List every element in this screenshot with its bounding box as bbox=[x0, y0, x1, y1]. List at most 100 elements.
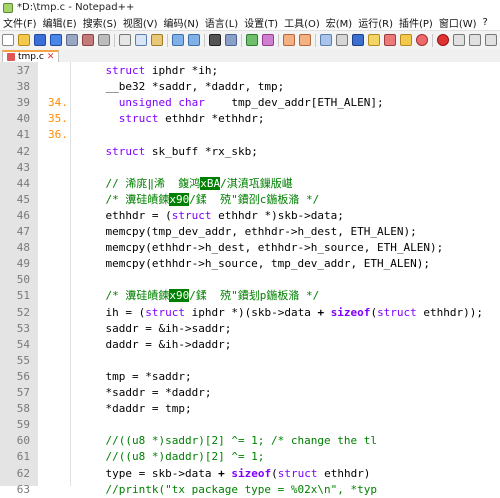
toolbar-separator bbox=[204, 33, 205, 47]
code-comment: /* 瀵硅皟鍊x90/鍒 殑"鐨刬p鍦板潃 */ bbox=[79, 289, 320, 303]
code-text: memcpy(ethhdr->h_source, tmp_dev_addr, E… bbox=[79, 257, 430, 271]
line-number: 62 bbox=[16, 466, 30, 480]
sync-vertical-icon[interactable] bbox=[283, 34, 295, 46]
line-number: 54 bbox=[16, 337, 30, 351]
menu-settings[interactable]: 设置(T) bbox=[241, 15, 281, 30]
line-number: 41 bbox=[16, 128, 30, 142]
code-line: 39 34. unsigned char tmp_dev_addr[ETH_AL… bbox=[0, 95, 500, 111]
menu-language[interactable]: 语言(L) bbox=[202, 15, 241, 30]
line-number: 55 bbox=[16, 353, 30, 367]
line-marker: 35. bbox=[48, 112, 68, 126]
find-icon[interactable] bbox=[209, 34, 221, 46]
code-line: 52 ih = (struct iphdr *)(skb->data + siz… bbox=[0, 305, 500, 321]
unsaved-file-icon bbox=[7, 53, 15, 61]
code-line: 47 memcpy(tmp_dev_addr, ethhdr->h_dest, … bbox=[0, 224, 500, 240]
line-number: 43 bbox=[16, 160, 30, 174]
tab-bar: tmp.c ✕ bbox=[0, 49, 500, 63]
replace-icon[interactable] bbox=[225, 34, 237, 46]
line-number: 63 bbox=[16, 482, 30, 496]
new-file-icon[interactable] bbox=[2, 34, 14, 46]
menu-window[interactable]: 窗口(W) bbox=[436, 15, 480, 30]
print-icon[interactable] bbox=[98, 34, 110, 46]
code-line: 37 struct iphdr *ih; bbox=[0, 63, 500, 79]
undo-icon[interactable] bbox=[172, 34, 184, 46]
code-comment: //((u8 *)daddr)[2] ^= 1; bbox=[79, 450, 265, 464]
line-number: 40 bbox=[16, 112, 30, 126]
doc-map-icon[interactable] bbox=[368, 34, 380, 46]
menu-view[interactable]: 视图(V) bbox=[120, 15, 161, 30]
code-line: 46 ethhdr = (struct ethhdr *)skb->data; bbox=[0, 208, 500, 224]
code-editor[interactable]: 37 struct iphdr *ih; 38 __be32 *saddr, *… bbox=[0, 62, 500, 496]
menu-macro[interactable]: 宏(M) bbox=[323, 15, 355, 30]
code-line: 54 daddr = &ih->daddr; bbox=[0, 337, 500, 353]
sync-horizontal-icon[interactable] bbox=[299, 34, 311, 46]
line-marker: 34. bbox=[48, 96, 68, 110]
menu-tools[interactable]: 工具(O) bbox=[281, 15, 323, 30]
save-icon[interactable] bbox=[34, 34, 46, 46]
open-file-icon[interactable] bbox=[18, 34, 30, 46]
indent-guide-icon[interactable] bbox=[352, 34, 364, 46]
code-line: 51 /* 瀵硅皟鍊x90/鍒 殑"鐨刬p鍦板潃 */ bbox=[0, 288, 500, 304]
code-text: tmp = *saddr; bbox=[79, 369, 192, 383]
line-number: 51 bbox=[16, 289, 30, 303]
code-line: 50 bbox=[0, 272, 500, 288]
menu-encoding[interactable]: 编码(N) bbox=[161, 15, 202, 30]
code-text: *saddr = *daddr; bbox=[79, 386, 212, 399]
code-text: struct iphdr *ih; bbox=[105, 64, 219, 77]
record-macro-icon[interactable] bbox=[437, 34, 449, 46]
play-macro-icon[interactable] bbox=[469, 34, 481, 46]
menu-help[interactable]: ? bbox=[480, 17, 491, 28]
code-line: 38 __be32 *saddr, *daddr, tmp; bbox=[0, 79, 500, 95]
run-macro-multiple-icon[interactable] bbox=[485, 34, 497, 46]
close-all-icon[interactable] bbox=[82, 34, 94, 46]
toolbar-separator bbox=[278, 33, 279, 47]
line-number: 56 bbox=[16, 369, 30, 383]
stop-macro-icon[interactable] bbox=[453, 34, 465, 46]
line-number: 37 bbox=[16, 64, 30, 77]
code-line: 43 bbox=[0, 160, 500, 176]
menu-search[interactable]: 搜索(S) bbox=[80, 15, 120, 30]
menu-file[interactable]: 文件(F) bbox=[0, 15, 40, 30]
code-line: 61 //((u8 *)daddr)[2] ^= 1; bbox=[0, 449, 500, 465]
code-line: 40 35. struct ethhdr *ethhdr; bbox=[0, 111, 500, 127]
tab-label: tmp.c bbox=[18, 52, 44, 62]
close-icon[interactable] bbox=[66, 34, 78, 46]
line-number: 50 bbox=[16, 273, 30, 287]
line-number: 61 bbox=[16, 450, 30, 464]
line-number: 46 bbox=[16, 208, 30, 222]
notepadpp-app-icon bbox=[3, 2, 13, 13]
paste-icon[interactable] bbox=[151, 34, 163, 46]
code-line: 45 /* 瀵硅皟鍊x90/鍒 殑"鐨刟c鍦板潃 */ bbox=[0, 192, 500, 208]
tab-close-icon[interactable]: ✕ bbox=[47, 52, 55, 62]
menu-edit[interactable]: 编辑(E) bbox=[40, 15, 80, 30]
copy-icon[interactable] bbox=[135, 34, 147, 46]
toolbar-separator bbox=[315, 33, 316, 47]
zoom-in-icon[interactable] bbox=[246, 34, 258, 46]
line-number: 52 bbox=[16, 305, 30, 319]
tab-tmp-c[interactable]: tmp.c ✕ bbox=[2, 50, 60, 62]
code-text: struct sk_buff *rx_skb; bbox=[105, 144, 258, 158]
folder-workspace-icon[interactable] bbox=[400, 34, 412, 46]
toolbar-separator bbox=[114, 33, 115, 47]
line-number: 44 bbox=[16, 176, 30, 190]
code-line: 48 memcpy(ethhdr->h_dest, ethhdr->h_sour… bbox=[0, 240, 500, 256]
code-comment: //((u8 *)saddr)[2] ^= 1; /* change the t… bbox=[79, 434, 378, 448]
word-wrap-icon[interactable] bbox=[320, 34, 332, 46]
code-text: *daddr = tmp; bbox=[79, 402, 192, 416]
menu-run[interactable]: 运行(R) bbox=[355, 15, 396, 30]
menu-bar: 文件(F) 编辑(E) 搜索(S) 视图(V) 编码(N) 语言(L) 设置(T… bbox=[0, 15, 500, 30]
code-line: 49 memcpy(ethhdr->h_source, tmp_dev_addr… bbox=[0, 256, 500, 272]
code-text: struct ethhdr *ethhdr; bbox=[118, 112, 265, 126]
save-all-icon[interactable] bbox=[50, 34, 62, 46]
cut-icon[interactable] bbox=[119, 34, 131, 46]
show-all-chars-icon[interactable] bbox=[336, 34, 348, 46]
redo-icon[interactable] bbox=[188, 34, 200, 46]
function-list-icon[interactable] bbox=[384, 34, 396, 46]
zoom-out-icon[interactable] bbox=[262, 34, 274, 46]
code-line: 57 *saddr = *daddr; bbox=[0, 385, 500, 401]
toolbar-separator bbox=[241, 33, 242, 47]
monitoring-icon[interactable] bbox=[416, 34, 428, 46]
code-text: unsigned char tmp_dev_addr[ETH_ALEN]; bbox=[118, 96, 384, 110]
line-number: 48 bbox=[16, 241, 30, 255]
menu-plugins[interactable]: 插件(P) bbox=[396, 15, 436, 30]
